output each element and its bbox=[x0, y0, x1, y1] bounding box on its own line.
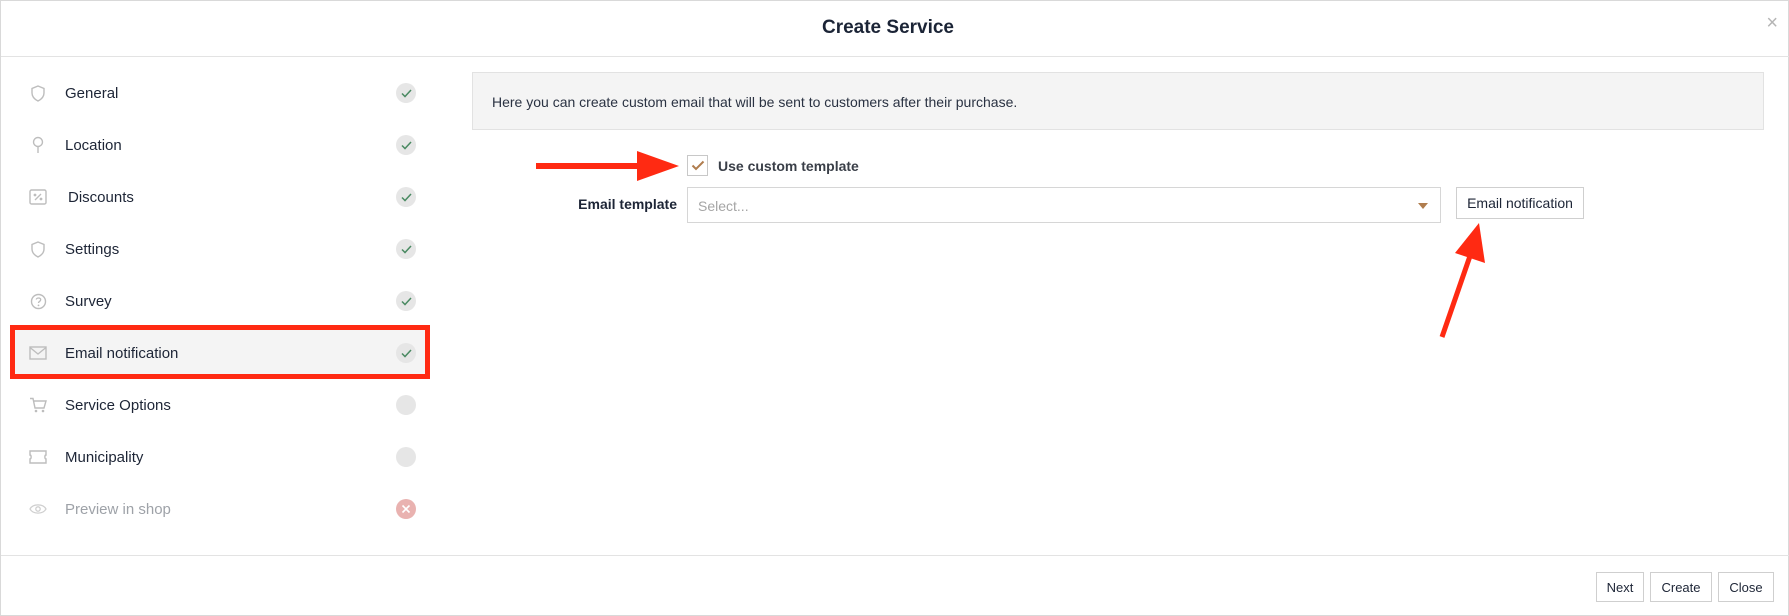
step-done-check-icon bbox=[396, 343, 416, 363]
envelope-icon bbox=[28, 343, 48, 363]
wizard-sidebar: General Location Discounts Settings Surv… bbox=[11, 67, 429, 535]
sidebar-item-municipality[interactable]: Municipality bbox=[11, 431, 429, 483]
shield-icon bbox=[28, 239, 48, 259]
sidebar-item-label: Municipality bbox=[65, 448, 144, 466]
sidebar-item-general[interactable]: General bbox=[11, 67, 429, 119]
step-done-check-icon bbox=[396, 135, 416, 155]
sidebar-item-label: Survey bbox=[65, 292, 112, 310]
sidebar-item-service-options[interactable]: Service Options bbox=[11, 379, 429, 431]
create-button[interactable]: Create bbox=[1650, 572, 1712, 602]
close-button[interactable]: Close bbox=[1718, 572, 1774, 602]
step-done-check-icon bbox=[396, 291, 416, 311]
step-done-check-icon bbox=[396, 187, 416, 207]
sidebar-item-location[interactable]: Location bbox=[11, 119, 429, 171]
step-pending-indicator bbox=[396, 447, 416, 467]
pin-icon bbox=[28, 135, 48, 155]
sidebar-item-label: General bbox=[65, 84, 119, 102]
step-error-x-icon bbox=[396, 499, 416, 519]
sidebar-item-label: Settings bbox=[65, 240, 120, 258]
cart-icon bbox=[28, 395, 48, 415]
create-service-dialog: Create Service × General Location Discou… bbox=[0, 0, 1789, 616]
dialog-footer: Next Create Close bbox=[1, 555, 1789, 616]
info-text: Here you can create custom email that wi… bbox=[492, 94, 1018, 110]
sidebar-item-discounts[interactable]: Discounts bbox=[11, 171, 429, 223]
annotation-arrow-up bbox=[1439, 223, 1485, 338]
info-panel: Here you can create custom email that wi… bbox=[472, 72, 1764, 130]
sidebar-item-label: Email notification bbox=[65, 344, 179, 362]
percent-tag-icon bbox=[28, 187, 48, 207]
next-button[interactable]: Next bbox=[1596, 572, 1644, 602]
email-template-placeholder: Select... bbox=[698, 198, 749, 214]
use-custom-template-label: Use custom template bbox=[718, 157, 859, 174]
dialog-header: Create Service × bbox=[1, 1, 1789, 57]
step-pending-indicator bbox=[396, 395, 416, 415]
email-template-select[interactable]: Select... bbox=[687, 187, 1441, 223]
chevron-down-icon bbox=[1418, 203, 1428, 209]
email-notification-button[interactable]: Email notification bbox=[1456, 187, 1584, 219]
sidebar-item-survey[interactable]: Survey bbox=[11, 275, 429, 327]
sidebar-item-label: Location bbox=[65, 136, 122, 154]
sidebar-item-label: Discounts bbox=[68, 188, 134, 206]
sidebar-item-settings[interactable]: Settings bbox=[11, 223, 429, 275]
use-custom-template-row: Use custom template bbox=[687, 155, 859, 176]
step-done-check-icon bbox=[396, 83, 416, 103]
annotation-arrow-right bbox=[536, 151, 679, 181]
eye-icon bbox=[28, 499, 48, 519]
shield-icon bbox=[28, 83, 48, 103]
ticket-icon bbox=[28, 447, 48, 467]
sidebar-item-label: Preview in shop bbox=[65, 500, 171, 518]
email-template-label: Email template bbox=[578, 196, 677, 212]
dialog-title: Create Service bbox=[821, 17, 955, 38]
question-circle-icon bbox=[28, 291, 48, 311]
close-icon[interactable]: × bbox=[1766, 13, 1778, 33]
step-done-check-icon bbox=[396, 239, 416, 259]
sidebar-item-email-notification[interactable]: Email notification bbox=[11, 327, 429, 379]
sidebar-item-preview-in-shop[interactable]: Preview in shop bbox=[11, 483, 429, 535]
use-custom-template-checkbox[interactable] bbox=[687, 155, 708, 176]
sidebar-item-label: Service Options bbox=[65, 396, 171, 414]
